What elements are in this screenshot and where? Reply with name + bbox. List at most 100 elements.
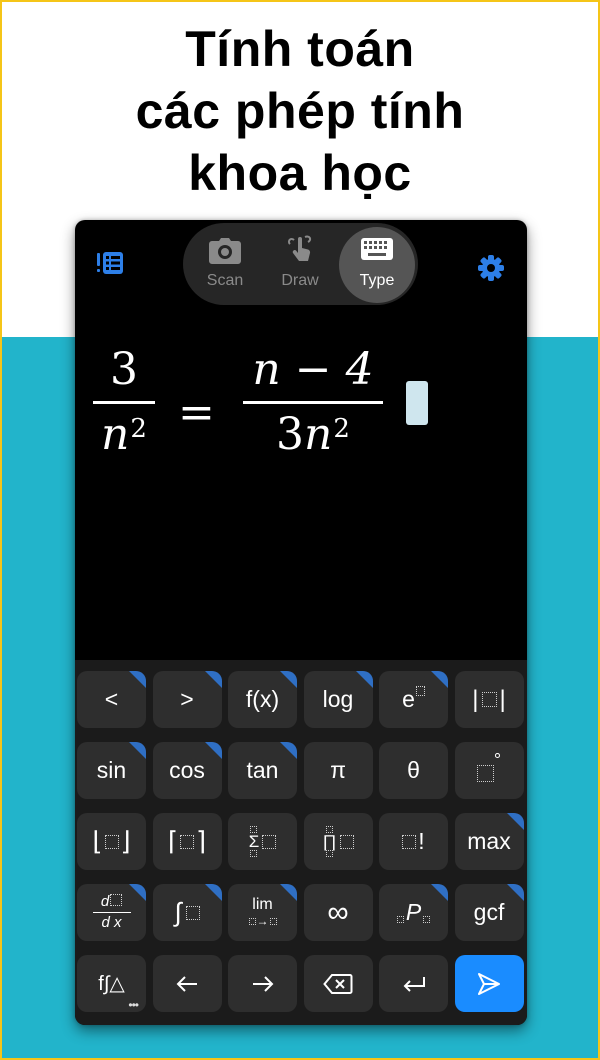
fraction-bar [93, 401, 155, 404]
camera-icon [209, 238, 241, 264]
key-label: log [322, 686, 354, 712]
key-function[interactable]: f(x) [228, 671, 297, 728]
key-integral[interactable]: ∫ [152, 884, 222, 941]
keyboard-icon [361, 238, 393, 260]
key-ceiling[interactable]: ⌈ ⌉ [152, 813, 222, 870]
more-options-indicator [204, 671, 222, 688]
more-options-indicator [129, 742, 146, 759]
key-factorial[interactable]: ! [379, 813, 448, 870]
key-gcf[interactable]: gcf [454, 884, 524, 941]
key-log[interactable]: log [303, 671, 373, 728]
key-backspace[interactable] [303, 955, 373, 1012]
left-numerator: 3 [110, 344, 138, 395]
key-label: ° [493, 750, 502, 770]
headline-line-1: Tính toán [185, 21, 415, 77]
more-dots: ••• [128, 998, 139, 1012]
key-cos[interactable]: cos [152, 742, 222, 799]
arrow-left-icon [176, 975, 197, 992]
left-denominator: n2 [101, 409, 147, 460]
key-label: cos [169, 757, 205, 783]
key-label: f(x) [245, 686, 280, 712]
key-label: ∞ [327, 895, 349, 929]
key-summation[interactable]: Σ [228, 813, 297, 870]
input-mode-switcher: Scan Draw Type [183, 223, 418, 305]
key-pi[interactable]: π [303, 742, 373, 799]
key-limit[interactable]: lim → [228, 884, 297, 941]
backspace-icon [323, 973, 353, 994]
more-options-indicator [129, 884, 146, 901]
key-label: Σ [248, 832, 260, 851]
headline-line-3: khoa học [188, 145, 412, 201]
more-options-indicator [129, 671, 146, 688]
key-derivative[interactable]: d d x [77, 884, 146, 941]
mode-draw-label: Draw [281, 272, 319, 289]
gear-icon [478, 255, 504, 281]
more-options-indicator [431, 671, 448, 688]
more-options-indicator [280, 742, 297, 759]
headline-line-2: các phép tính [135, 83, 465, 139]
mode-draw[interactable]: Draw [263, 223, 337, 305]
left-fraction: 3 n2 [93, 345, 155, 460]
key-label: < [104, 686, 119, 712]
right-fraction: n − 4 3n2 [243, 345, 383, 460]
key-label: sin [96, 757, 127, 783]
key-exponential[interactable]: e [379, 671, 448, 728]
key-sin[interactable]: sin [77, 742, 146, 799]
key-label: > [180, 686, 194, 712]
mode-scan-label: Scan [206, 272, 244, 289]
more-options-indicator [204, 742, 222, 759]
key-new-line[interactable] [379, 955, 448, 1012]
key-label: max [467, 828, 511, 854]
key-less-than[interactable]: < [77, 671, 146, 728]
key-label: ! [418, 828, 425, 854]
key-label: tan [246, 757, 279, 783]
key-product[interactable]: ∏ [303, 813, 373, 870]
more-options-indicator [355, 671, 373, 688]
phone-screen: Scan Draw Type 3 n2 = n − 4 3n2 < > f(x)… [75, 220, 527, 1025]
more-options-indicator [204, 884, 222, 901]
equals-sign: = [178, 387, 215, 438]
key-greater-than[interactable]: > [152, 671, 222, 728]
key-label: f∫△ [98, 973, 125, 995]
key-label: P [405, 899, 422, 925]
key-absolute-value[interactable]: | | [454, 671, 524, 728]
hand-draw-icon [287, 235, 312, 261]
mode-scan[interactable]: Scan [188, 223, 262, 305]
key-label: gcf [473, 899, 505, 925]
more-options-indicator [431, 884, 448, 901]
send-icon [478, 972, 500, 995]
key-infinity[interactable]: ∞ [303, 884, 373, 941]
right-numerator: n − 4 [252, 344, 374, 395]
math-keyboard: < > f(x) log e | | sin cos tan π θ ° ⌊ ⌋ ⌈ ⌉ Σ ∏! max d d x… [75, 660, 527, 1025]
history-button[interactable] [95, 250, 125, 276]
key-cursor-right[interactable] [228, 955, 297, 1012]
more-options-indicator [506, 813, 524, 830]
return-icon [403, 976, 425, 992]
key-label: π [330, 757, 346, 783]
mode-type-label: Type [359, 272, 395, 289]
key-degree[interactable]: ° [454, 742, 524, 799]
key-label: ∏ [322, 832, 337, 851]
key-label: ∫ [174, 897, 182, 927]
more-options-indicator [280, 671, 297, 688]
settings-button[interactable] [477, 254, 507, 284]
history-list-icon [97, 252, 123, 274]
fraction-bar [243, 401, 383, 404]
more-options-indicator [280, 884, 297, 901]
key-cursor-left[interactable] [152, 955, 222, 1012]
key-send[interactable] [454, 955, 524, 1012]
key-theta[interactable]: θ [379, 742, 448, 799]
key-max[interactable]: max [454, 813, 524, 870]
key-floor[interactable]: ⌊ ⌋ [77, 813, 146, 870]
mode-type[interactable]: Type [339, 223, 415, 305]
key-tan[interactable]: tan [228, 742, 297, 799]
right-denominator: 3n2 [276, 409, 350, 460]
more-options-indicator [506, 884, 524, 901]
key-label: e [402, 686, 415, 712]
arrow-right-icon [252, 975, 273, 992]
key-label: θ [407, 757, 420, 783]
key-more-functions[interactable]: f∫△ ••• [77, 955, 146, 1012]
input-cursor [406, 381, 428, 425]
key-permutation[interactable]: P [379, 884, 448, 941]
headline: Tính toán các phép tính khoa học [0, 18, 600, 204]
